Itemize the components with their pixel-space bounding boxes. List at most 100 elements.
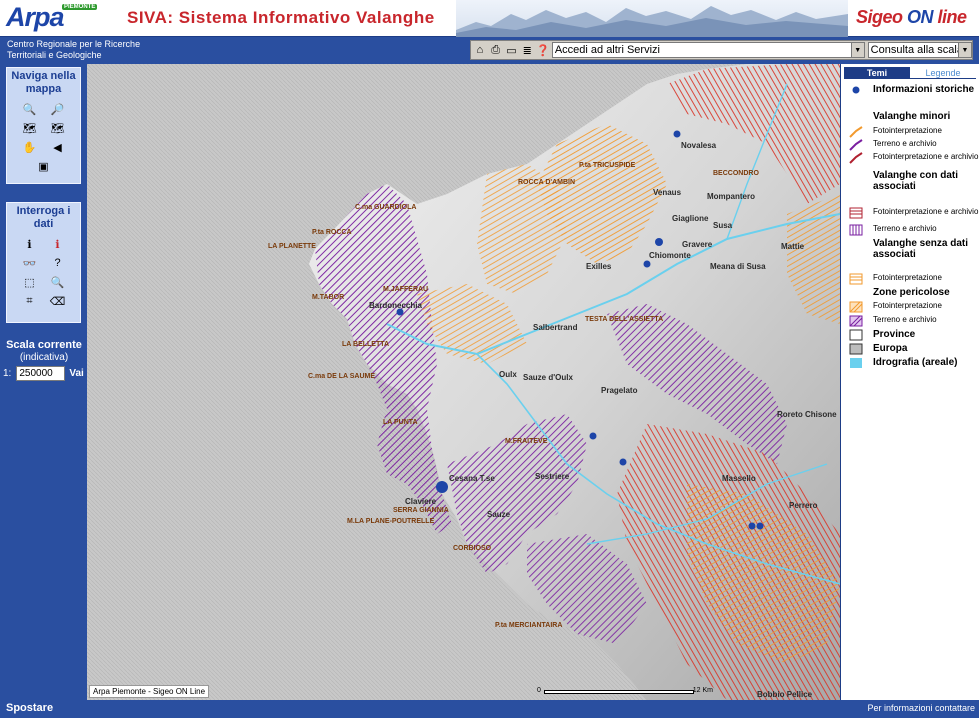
map-scalebar: 0 12 Km bbox=[537, 687, 717, 697]
scale-row: 1: 250000 Vai bbox=[3, 366, 84, 381]
place-label: Massello bbox=[722, 474, 756, 483]
place-label: Cesana T.se bbox=[449, 474, 495, 483]
legend-item: Province bbox=[849, 329, 915, 341]
chevron-down-icon[interactable]: ▼ bbox=[957, 43, 971, 57]
place-label: Novalesa bbox=[681, 141, 717, 150]
help-icon[interactable]: ❓ bbox=[536, 43, 550, 57]
navigation-title: Naviga nella mappa bbox=[11, 70, 76, 95]
purple-diagonal-icon bbox=[849, 315, 863, 327]
place-label: C.ma DE LA SAUME bbox=[308, 373, 376, 380]
legend-item: Terreno e archivio bbox=[849, 224, 937, 236]
place-label: P.ta MERCIANTAIRA bbox=[495, 622, 563, 629]
place-label: Susa bbox=[713, 221, 733, 230]
scalebar-unit: 12 Km bbox=[692, 687, 713, 694]
scalebar-bar bbox=[544, 690, 694, 694]
legend-label: Province bbox=[873, 329, 916, 340]
brand-part-c: line bbox=[933, 7, 968, 27]
org-line-2: Territoriali e Geologiche bbox=[7, 50, 102, 60]
legend-label: Fotointerpretazione bbox=[873, 301, 942, 310]
red-stroke-icon bbox=[849, 152, 863, 164]
logo-text: Arpa bbox=[6, 2, 65, 32]
legend-label: Fotointerpretazione e archivio bbox=[873, 207, 979, 216]
place-label: LA PLANETTE bbox=[268, 243, 316, 250]
place-label: Gravere bbox=[682, 240, 713, 249]
legend-item: Terreno e archivio bbox=[849, 315, 937, 327]
place-label: Mattie bbox=[781, 242, 805, 251]
place-label: C.ma GUARDIOLA bbox=[355, 204, 417, 211]
tab-temi[interactable]: Temi bbox=[844, 67, 910, 79]
place-label: Giaglione bbox=[672, 214, 709, 223]
brand-part-b: ON bbox=[907, 7, 934, 27]
purple-stroke-icon bbox=[849, 139, 863, 151]
place-label: M.TABOR bbox=[312, 294, 345, 301]
pan-hand-icon[interactable]: ✋ bbox=[22, 140, 38, 154]
print-icon[interactable]: ⎙ bbox=[489, 43, 503, 57]
map-credits: Arpa Piemonte - Sigeo ON Line bbox=[89, 685, 210, 698]
place-label: Mompantero bbox=[707, 192, 755, 201]
scale-input[interactable]: 250000 bbox=[16, 366, 66, 381]
query-form-icon[interactable]: ? bbox=[50, 256, 66, 270]
back-arrow-icon[interactable]: ◀ bbox=[50, 140, 66, 154]
legend-label: Terreno e archivio bbox=[873, 224, 937, 233]
arpa-logo[interactable]: Arpa PIEMONTE bbox=[4, 2, 98, 35]
logo-badge: PIEMONTE bbox=[62, 4, 98, 10]
export-icon[interactable]: ▭ bbox=[505, 43, 519, 57]
zoom-extent-icon[interactable]: 🗺 bbox=[22, 121, 38, 135]
zoom-previous-icon[interactable]: 🗺 bbox=[50, 121, 66, 135]
place-label: Roreto Chisone bbox=[777, 410, 837, 419]
legend-label: Fotointerpretazione bbox=[873, 126, 942, 135]
place-label: M.LA PLANE-POUTRELLE bbox=[347, 518, 435, 525]
binoculars-icon[interactable]: 👓 bbox=[22, 256, 38, 270]
scale-select-value: Consulta alla scala bbox=[870, 44, 963, 56]
legend-label: Terreno e archivio bbox=[873, 139, 937, 148]
top-toolbar: ⌂ ⎙ ▭ ≣ ❓ Accedi ad altri Servizi ▼ Cons… bbox=[470, 40, 973, 60]
legend-item: Terreno e archivio bbox=[849, 139, 937, 151]
measure-icon[interactable]: ⌗ bbox=[22, 294, 38, 308]
place-label: P.ta ROCCA bbox=[312, 229, 352, 236]
chevron-down-icon[interactable]: ▼ bbox=[850, 43, 864, 57]
legend-item: Fotointerpretazione bbox=[849, 301, 942, 313]
info-icon[interactable]: ℹ bbox=[22, 237, 38, 251]
place-label: ROCCA D'AMBIN bbox=[518, 179, 576, 186]
place-label: LA PUNTA bbox=[383, 419, 418, 426]
place-label: Pragelato bbox=[601, 386, 638, 395]
place-label: Salbertrand bbox=[533, 323, 578, 332]
navigation-box: Naviga nella mappa 🔍 🔎 🗺 🗺 ✋ ◀ ▣ bbox=[6, 67, 81, 184]
legend-label: Idrografia (areale) bbox=[873, 357, 958, 368]
home-icon[interactable]: ⌂ bbox=[473, 43, 487, 57]
tab-legende[interactable]: Legende bbox=[910, 67, 976, 79]
legend-item: Fotointerpretazione e archivio bbox=[849, 207, 978, 219]
place-label: M.FRAITEVE bbox=[505, 438, 548, 445]
legend-panel: Temi Legende Informazioni storiche Valan… bbox=[840, 64, 979, 700]
status-bar: Spostare Per informazioni contattare bbox=[0, 700, 979, 718]
overview-map-icon[interactable]: ▣ bbox=[36, 159, 52, 173]
zoom-out-icon[interactable]: 🔎 bbox=[50, 102, 66, 116]
identify-icon[interactable]: ℹ bbox=[50, 237, 66, 251]
place-label: BECCONDRO bbox=[713, 170, 759, 177]
legend-item-info: Informazioni storiche bbox=[849, 84, 974, 96]
eraser-icon[interactable]: ⌫ bbox=[50, 294, 66, 308]
search-magnifier-icon[interactable]: 🔍 bbox=[50, 275, 66, 289]
left-panel: Naviga nella mappa 🔍 🔎 🗺 🗺 ✋ ◀ ▣ Interro… bbox=[0, 64, 87, 700]
scale-go-button[interactable]: Vai bbox=[69, 368, 83, 379]
brand-part-a: Sigeo bbox=[856, 7, 908, 27]
place-label: Meana di Susa bbox=[710, 262, 766, 271]
scale-select[interactable]: Consulta alla scala ▼ bbox=[867, 42, 972, 58]
services-select[interactable]: Accedi ad altri Servizi ▼ bbox=[551, 42, 865, 58]
contact-link[interactable]: Per informazioni contattare bbox=[867, 703, 975, 713]
europe-swatch-icon bbox=[849, 343, 863, 355]
select-area-icon[interactable]: ⬚ bbox=[22, 275, 38, 289]
query-box: Interroga i dati ℹ ℹ 👓 ? ⬚ 🔍 ⌗ ⌫ bbox=[6, 202, 81, 323]
place-label: Perrero bbox=[789, 501, 818, 510]
zoom-in-icon[interactable]: 🔍 bbox=[22, 102, 38, 116]
legend-item: Fotointerpretazione bbox=[849, 273, 942, 285]
list-icon[interactable]: ≣ bbox=[520, 43, 534, 57]
org-line-1: Centro Regionale per le Ricerche bbox=[7, 39, 141, 49]
scale-prefix: 1: bbox=[3, 368, 12, 379]
legend-item: Fotointerpretazione bbox=[849, 126, 942, 138]
map-canvas[interactable]: Bardonecchia Oulx Sauze d'Oulx Cesana T.… bbox=[87, 64, 840, 700]
legend-label: Informazioni storiche bbox=[873, 84, 975, 95]
red-hatch-icon bbox=[849, 207, 863, 219]
place-label: Sestriere bbox=[535, 472, 570, 481]
legend-item: Europa bbox=[849, 343, 907, 355]
